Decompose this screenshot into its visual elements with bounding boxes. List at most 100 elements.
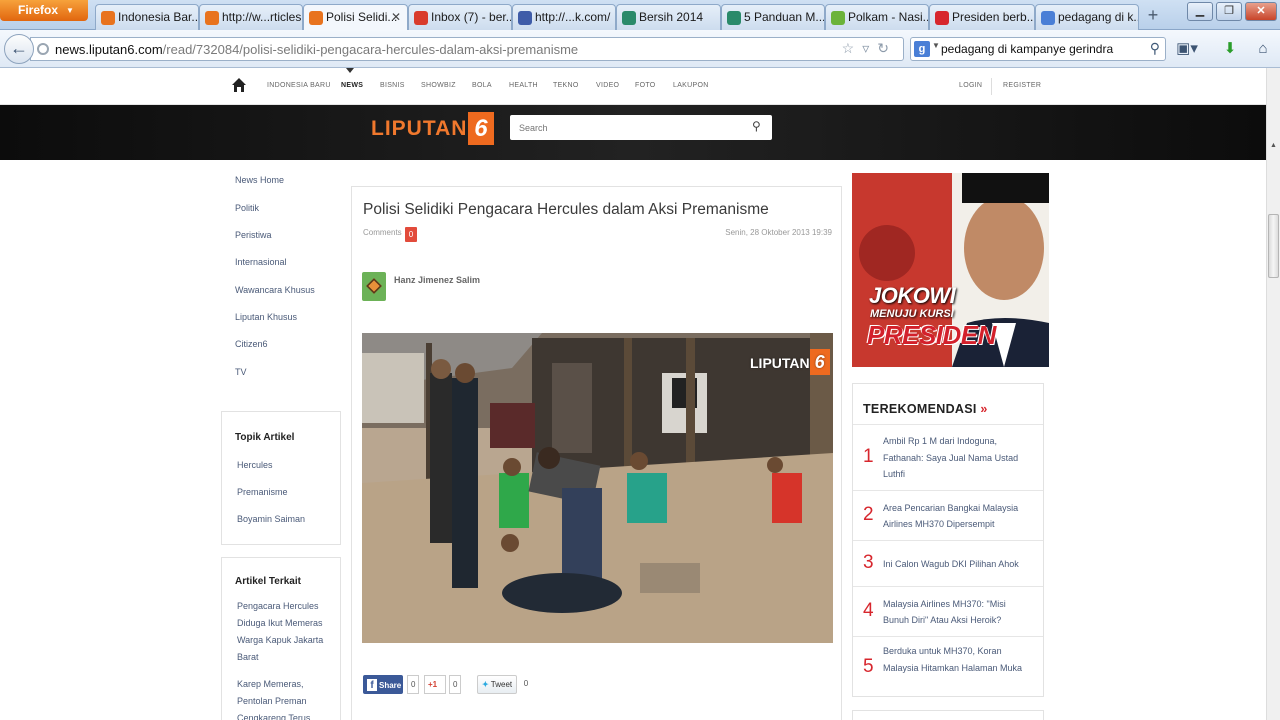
minimize-button[interactable]: ▁ — [1187, 2, 1213, 21]
facebook-share-button[interactable]: f Share — [363, 675, 403, 694]
page-scrollbar[interactable]: ▲ — [1266, 68, 1280, 720]
topic-link[interactable]: Boyamin Saiman — [237, 511, 337, 528]
google-icon[interactable]: g — [914, 41, 930, 57]
browser-tab[interactable]: Presiden berb... — [929, 4, 1035, 30]
nav-link[interactable]: BISNIS — [380, 82, 405, 89]
sidebar-link[interactable]: Peristiwa — [235, 230, 272, 240]
logo-number: 6 — [468, 112, 495, 145]
watermark-text: LIPUTAN — [750, 355, 810, 371]
nav-link[interactable]: LAKUPON — [673, 82, 709, 89]
browser-tab[interactable]: pedagang di k... — [1035, 4, 1139, 30]
recommended-link[interactable]: Malaysia Airlines MH370: "Misi Bunuh Dir… — [883, 596, 1033, 629]
nav-link[interactable]: FOTO — [635, 82, 656, 89]
register-link[interactable]: REGISTER — [1003, 82, 1041, 89]
double-chevron-icon: » — [980, 402, 988, 416]
tab-favicon-icon — [727, 11, 741, 25]
scroll-up-arrow-icon[interactable]: ▲ — [1270, 142, 1277, 149]
nav-link[interactable]: HEALTH — [509, 82, 538, 89]
window-close-button[interactable]: ✕ — [1245, 2, 1277, 21]
browser-tab[interactable]: Polkam - Nasi... — [825, 4, 929, 30]
tab-favicon-icon — [101, 11, 115, 25]
browser-tab[interactable]: Polisi Selidi... ✕ — [303, 4, 408, 31]
liputan6-logo[interactable]: LIPUTAN 6 — [371, 112, 495, 146]
browser-tab[interactable]: 5 Panduan M... — [721, 4, 825, 30]
home-icon[interactable] — [231, 77, 247, 93]
ad-subline: MENUJU KURSI — [870, 308, 954, 320]
tab-favicon-icon — [1041, 11, 1055, 25]
browser-tab[interactable]: http://w...rticles — [199, 4, 303, 30]
nav-link[interactable]: TEKNO — [553, 82, 579, 89]
dropdown-icon[interactable]: ▿ — [862, 40, 877, 56]
download-icon[interactable]: ⬇ — [1219, 39, 1241, 59]
tab-favicon-icon — [622, 11, 636, 25]
browser-tab[interactable]: Bersih 2014 — [616, 4, 721, 30]
ad-tagline: PRESIDEN — [867, 320, 996, 350]
back-button[interactable]: ← — [4, 34, 34, 64]
search-icon[interactable]: ⚲ — [1150, 40, 1160, 57]
close-tab-icon[interactable]: ✕ — [391, 10, 401, 24]
topik-artikel-box: Topik Artikel Hercules Premanisme Boyamin … — [221, 411, 341, 545]
sidebar-link[interactable]: Wawancara Khusus — [235, 285, 315, 295]
article-photo: LIPUTAN 6 — [362, 333, 833, 643]
url-bar[interactable]: news.liputan6.com/read/732084/polisi-sel… — [30, 37, 904, 61]
reload-icon[interactable]: ↻ — [877, 40, 897, 56]
login-link[interactable]: LOGIN — [959, 82, 982, 89]
home-icon[interactable]: ⌂ — [1252, 39, 1274, 59]
jokowi-advertisement[interactable]: JOKOWI MENUJU KURSI PRESIDEN — [852, 173, 1049, 367]
comments-link[interactable]: Comments — [363, 228, 402, 237]
nav-link[interactable]: SHOWBIZ — [421, 82, 456, 89]
browser-tab[interactable]: Indonesia Bar... — [95, 4, 199, 30]
scroll-thumb[interactable] — [1268, 214, 1279, 278]
topic-link[interactable]: Hercules — [237, 457, 337, 474]
recommended-link[interactable]: Ini Calon Wagub DKI Pilihan Ahok — [883, 556, 1033, 573]
sidebar-link[interactable]: Citizen6 — [235, 339, 268, 349]
nav-link[interactable]: INDONESIA BARU — [267, 82, 331, 89]
related-article-link[interactable]: Karep Memeras, Pentolan Preman Cengkaren… — [237, 676, 337, 720]
site-search-input[interactable] — [510, 115, 772, 140]
comments-count-badge[interactable]: 0 — [405, 227, 417, 242]
twitter-icon: ✦ — [482, 680, 489, 689]
bookmark-star-icon[interactable]: ☆ — [842, 40, 863, 56]
site-header-bar: LIPUTAN6 ⚲ — [0, 105, 1266, 160]
web-search-field[interactable]: g ▼ pedagang di kampanye gerindra ⚲ — [910, 37, 1166, 61]
recommended-item[interactable]: 5 Berduka untuk MH370, Koran Malaysia Hit… — [853, 636, 1043, 698]
recommended-item[interactable]: 1 Ambil Rp 1 M dari Indoguna, Fathanah: S… — [853, 424, 1043, 490]
tab-label: Inbox (7) - ber... — [431, 10, 512, 24]
sidebar-link[interactable]: Liputan Khusus — [235, 312, 297, 322]
topic-link[interactable]: Premanisme — [237, 484, 337, 501]
nav-link[interactable]: NEWS — [341, 82, 363, 89]
recommended-item[interactable]: 4 Malaysia Airlines MH370: "Misi Bunuh Di… — [853, 586, 1043, 636]
browser-tab[interactable]: http://...k.com/ — [512, 4, 616, 30]
recommended-link[interactable]: Berduka untuk MH370, Koran Malaysia Hita… — [883, 643, 1033, 676]
sidebar-link[interactable]: Internasional — [235, 257, 287, 267]
nav-link[interactable]: BOLA — [472, 82, 492, 89]
recommended-item[interactable]: 2 Area Pencarian Bangkai Malaysia Airline… — [853, 490, 1043, 540]
sidebar-link[interactable]: News Home — [235, 175, 284, 185]
firefox-menu-button[interactable]: Firefox ▼ — [0, 0, 88, 21]
article-date: Senin, 28 Oktober 2013 19:39 — [725, 228, 832, 237]
recommended-link[interactable]: Area Pencarian Bangkai Malaysia Airlines… — [883, 500, 1033, 533]
chevron-down-icon[interactable]: ▼ — [932, 41, 940, 50]
url-host: news.liputan6.com — [55, 42, 163, 57]
recommended-item[interactable]: 3 Ini Calon Wagub DKI Pilihan Ahok — [853, 540, 1043, 586]
nav-link[interactable]: VIDEO — [596, 82, 619, 89]
recommended-rank: 2 — [863, 504, 874, 525]
back-arrow-icon: ← — [10, 38, 28, 58]
tweet-button[interactable]: ✦ Tweet — [477, 675, 517, 694]
sidebar-link[interactable]: TV — [235, 367, 247, 377]
recommended-title: TEREKOMENDASI » — [863, 402, 988, 416]
google-plus-button[interactable]: +1 — [424, 675, 446, 694]
bookmarks-icon[interactable]: ▣▾ — [1176, 39, 1198, 59]
recommended-box: TEREKOMENDASI » 1 Ambil Rp 1 M dari Indog… — [852, 383, 1044, 697]
related-article-link[interactable]: Pengacara Hercules Diduga Ikut Memeras W… — [237, 598, 337, 666]
street-scene-illustration — [362, 333, 833, 643]
artikel-terkait-box: Artikel Terkait Pengacara Hercules Didug… — [221, 557, 341, 720]
recommended-link[interactable]: Ambil Rp 1 M dari Indoguna, Fathanah: Sa… — [883, 433, 1033, 483]
new-tab-button[interactable]: + — [1141, 5, 1165, 27]
search-icon[interactable]: ⚲ — [752, 119, 761, 133]
author-avatar — [362, 272, 386, 301]
author-name[interactable]: Hanz Jimenez Salim — [394, 275, 480, 285]
browser-tab[interactable]: Inbox (7) - ber... — [408, 4, 512, 30]
sidebar-link[interactable]: Politik — [235, 203, 259, 213]
maximize-button[interactable]: ❐ — [1216, 2, 1242, 21]
